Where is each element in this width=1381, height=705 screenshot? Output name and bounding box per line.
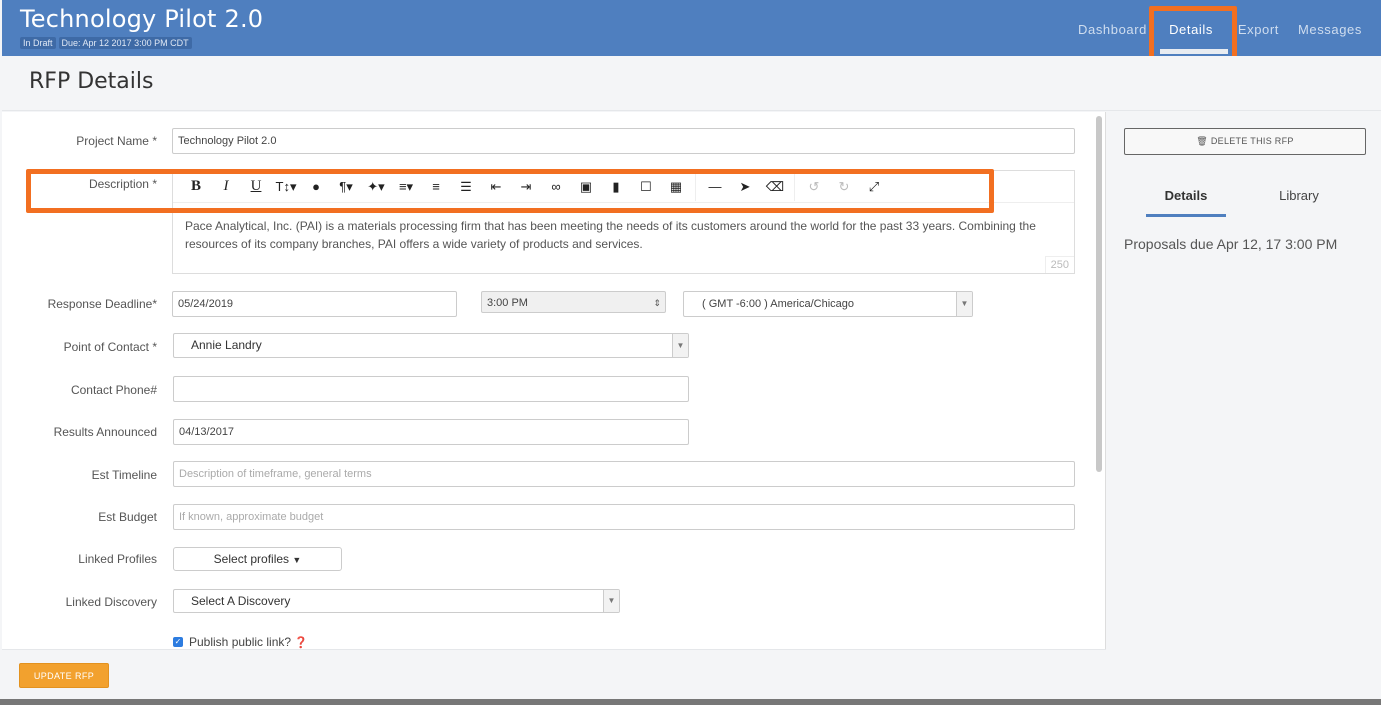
response-deadline-time[interactable]: 3:00 PM ⇕ [481, 291, 666, 313]
select-profiles-button[interactable]: Select profiles ▼ [173, 547, 342, 571]
scrollbar[interactable] [1094, 112, 1106, 649]
chevron-down-icon: ▼ [603, 590, 619, 612]
contact-phone-input[interactable] [173, 376, 689, 402]
update-rfp-button[interactable]: UPDATE RFP [19, 663, 109, 688]
results-announced-label: Results Announced [53, 425, 157, 439]
response-deadline-date[interactable]: 05/24/2019 [172, 291, 457, 317]
sidebar-tab-details[interactable]: Details [1146, 188, 1226, 203]
time-stepper-icon: ⇕ [653, 298, 661, 308]
publish-checkbox[interactable]: ✓ [173, 637, 183, 647]
chevron-down-icon: ▼ [956, 292, 972, 316]
publish-label: Publish public link? ❓ [189, 635, 309, 649]
response-deadline-label: Response Deadline* [47, 297, 157, 311]
timezone-select[interactable]: ( GMT -6:00 ) America/Chicago ▼ [683, 291, 973, 317]
form-footer: UPDATE RFP [2, 649, 1106, 699]
app-title: Technology Pilot 2.0 [20, 5, 264, 33]
delete-rfp-button[interactable]: 🗑 DELETE THIS RFP [1124, 128, 1366, 155]
nav-export[interactable]: Export [1238, 0, 1279, 37]
help-icon[interactable]: ❓ [294, 637, 308, 649]
status-badge: In Draft [20, 37, 56, 49]
project-name-label: Project Name * [76, 134, 157, 148]
est-timeline-input[interactable]: Description of timeframe, general terms [173, 461, 1075, 487]
page-title: RFP Details [29, 69, 154, 94]
window-bottom-edge [0, 699, 1381, 705]
linked-profiles-label: Linked Profiles [78, 552, 157, 566]
response-deadline-highlight [26, 169, 994, 213]
chevron-down-icon: ▼ [672, 334, 688, 357]
point-of-contact-select[interactable]: Annie Landry ▼ [173, 333, 689, 358]
proposals-due-text: Proposals due Apr 12, 17 3:00 PM [1124, 236, 1338, 252]
contact-phone-label: Contact Phone# [70, 383, 157, 397]
nav-messages[interactable]: Messages [1298, 0, 1362, 37]
due-badge: Due: Apr 12 2017 3:00 PM CDT [58, 37, 192, 49]
status-badges: In Draft Due: Apr 12 2017 3:00 PM CDT [20, 37, 192, 49]
linked-discovery-label: Linked Discovery [65, 595, 157, 609]
scrollbar-thumb[interactable] [1096, 116, 1102, 472]
sidebar-tab-indicator [1146, 214, 1226, 217]
sidebar-tab-library[interactable]: Library [1259, 188, 1339, 203]
linked-discovery-select[interactable]: Select A Discovery ▼ [173, 589, 620, 613]
trash-icon: 🗑 [1196, 136, 1209, 146]
caret-down-icon: ▼ [292, 555, 302, 565]
est-budget-label: Est Budget [98, 510, 157, 524]
character-counter: 250 [1044, 256, 1074, 273]
project-name-input[interactable]: Technology Pilot 2.0 [172, 128, 1075, 154]
results-announced-input[interactable]: 04/13/2017 [173, 419, 689, 445]
est-timeline-label: Est Timeline [91, 468, 157, 482]
page-header: RFP Details [2, 56, 1381, 111]
point-of-contact-label: Point of Contact * [63, 340, 157, 354]
nav-dashboard[interactable]: Dashboard [1078, 0, 1147, 37]
sidebar: 🗑 DELETE THIS RFP Details Library Propos… [1106, 112, 1381, 705]
est-budget-input[interactable]: If known, approximate budget [173, 504, 1075, 530]
